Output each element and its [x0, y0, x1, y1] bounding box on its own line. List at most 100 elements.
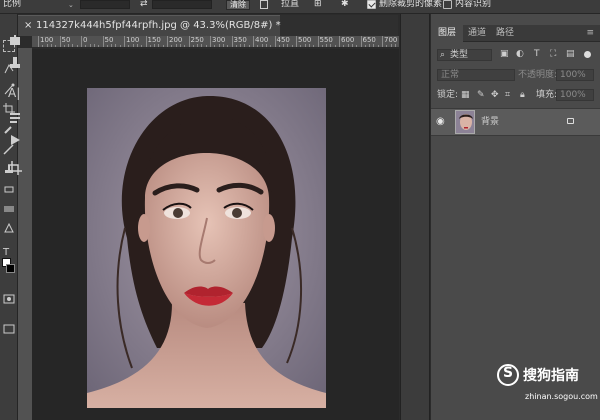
horizontal-ruler: 100 50 0 50 100 150 200 250 300 350 400 450 500 550 60…: [32, 36, 399, 48]
ruler-minor-tick: [356, 45, 358, 47]
ruler-minor-tick: [158, 44, 160, 47]
ruler-tick: [231, 36, 233, 47]
color-swatches[interactable]: [2, 258, 16, 276]
pixel-filter-icon[interactable]: ▣: [500, 49, 509, 60]
gradient-icon[interactable]: [3, 200, 15, 212]
watermark-brand: 搜狗指南: [523, 368, 579, 384]
ruler-minor-tick: [76, 45, 78, 47]
close-tab-icon[interactable]: ×: [24, 16, 32, 36]
character-panel-icon[interactable]: A|: [8, 82, 22, 100]
ruler-minor-tick: [111, 44, 113, 47]
ruler-minor-tick: [270, 45, 272, 47]
blend-mode-select[interactable]: 正常: [437, 69, 515, 81]
swap-arrows-icon[interactable]: ⇄: [140, 0, 148, 9]
ruler-minor-tick: [373, 44, 375, 47]
ruler-minor-tick: [330, 44, 332, 47]
pen-tool-icon[interactable]: [3, 220, 15, 233]
ratio-select[interactable]: 比例: [3, 0, 21, 9]
ruler-tick: [339, 36, 340, 47]
lock-pixels-icon[interactable]: ✎: [477, 90, 485, 101]
crop-panel-icon[interactable]: [8, 160, 22, 175]
tab-paths[interactable]: 路径: [491, 25, 519, 42]
ruler-minor-tick: [326, 44, 328, 47]
ruler-tick: [102, 36, 104, 47]
watermark: S 搜狗指南 zhinan.sogou.com: [495, 362, 600, 412]
fill-label: 填充:: [536, 90, 558, 100]
lock-transparency-icon[interactable]: ▦: [461, 90, 470, 101]
lock-all-icon[interactable]: 🔒︎: [520, 90, 525, 101]
stamp-icon[interactable]: [8, 54, 22, 68]
overlay-grid-icon[interactable]: ⊞: [314, 0, 322, 9]
ruler-minor-tick: [171, 45, 173, 47]
ruler-minor-tick: [283, 44, 285, 47]
adjustment-filter-icon[interactable]: ◐: [516, 49, 524, 60]
ruler-label: 0: [83, 36, 88, 44]
ruler-tick: [253, 36, 254, 47]
ruler-label: 50: [61, 36, 71, 44]
ruler-label: 100: [126, 36, 140, 44]
clear-button[interactable]: 清除: [226, 0, 250, 10]
gear-icon[interactable]: ✱: [341, 0, 349, 9]
width-input[interactable]: [80, 0, 130, 9]
text-tool-icon[interactable]: T: [3, 240, 15, 258]
type-filter-icon[interactable]: T: [534, 49, 540, 60]
ruler-label: 550: [319, 36, 333, 44]
paragraph-panel-icon[interactable]: [8, 110, 22, 124]
smart-object-filter-icon[interactable]: ▤: [566, 49, 575, 60]
ruler-minor-tick: [278, 45, 280, 47]
ruler-minor-tick: [197, 44, 199, 47]
ruler-minor-tick: [291, 45, 293, 47]
quick-mask-icon[interactable]: [3, 290, 15, 304]
portrait-image[interactable]: [87, 88, 326, 408]
screen-mode-icon[interactable]: [3, 320, 15, 334]
eye-icon[interactable]: ◉: [436, 116, 445, 127]
ruler-tick: [296, 36, 297, 47]
opacity-label: 不透明度:: [518, 70, 558, 80]
ruler-minor-tick: [46, 44, 48, 47]
lock-artboard-icon[interactable]: ⌗: [505, 90, 510, 101]
delete-cropped-label: 删除裁剪的像素: [379, 0, 443, 9]
delete-cropped-checkbox[interactable]: [367, 0, 376, 9]
ruler-label: 650: [362, 36, 376, 44]
content-aware-checkbox[interactable]: [443, 0, 452, 9]
puzzle-icon[interactable]: [8, 32, 22, 46]
ruler-tick: [145, 36, 147, 47]
ruler-tick: [188, 36, 190, 47]
ruler-minor-tick: [222, 44, 224, 47]
play-icon[interactable]: [8, 132, 22, 146]
ruler-minor-tick: [184, 45, 186, 47]
ruler-minor-tick: [261, 44, 263, 47]
ruler-minor-tick: [98, 45, 100, 47]
lock-position-icon[interactable]: ✥: [491, 90, 499, 101]
opacity-input[interactable]: 100%: [556, 69, 594, 81]
ruler-minor-tick: [119, 45, 121, 47]
panel-menu-icon[interactable]: ≡: [586, 28, 594, 38]
ruler-minor-tick: [248, 45, 250, 47]
ruler-label: 300: [212, 36, 226, 44]
ruler-minor-tick: [63, 45, 65, 47]
ruler-tick: [210, 36, 211, 47]
ruler-label: 600: [341, 36, 355, 44]
tab-channels[interactable]: 通道: [463, 25, 491, 42]
layer-filter-select[interactable]: ⌕ 类型: [437, 49, 492, 61]
document-tab[interactable]: × 114327k444h5fpf44rpfh.jpg @ 43.3%(RGB/…: [18, 15, 281, 36]
ruler-minor-tick: [149, 45, 151, 47]
layer-name: 背景: [481, 117, 500, 127]
ruler-label: 100: [40, 36, 54, 44]
shape-filter-icon[interactable]: ⛶: [550, 49, 556, 60]
height-input[interactable]: [152, 0, 212, 9]
ruler-minor-tick: [85, 45, 87, 47]
ruler-minor-tick: [343, 45, 345, 47]
ruler-minor-tick: [162, 45, 164, 47]
ruler-minor-tick: [128, 45, 130, 47]
fill-input[interactable]: 100%: [556, 89, 594, 101]
straighten-label[interactable]: 拉直: [281, 0, 299, 9]
eraser-icon[interactable]: [3, 180, 15, 193]
tab-layers[interactable]: 图层: [431, 25, 463, 42]
filter-toggle-icon[interactable]: [584, 51, 591, 58]
ruler-minor-tick: [257, 45, 259, 47]
ruler-tick: [382, 36, 383, 47]
ruler-minor-tick: [192, 45, 194, 47]
ruler-minor-tick: [175, 44, 177, 47]
ruler-minor-tick: [201, 44, 203, 47]
